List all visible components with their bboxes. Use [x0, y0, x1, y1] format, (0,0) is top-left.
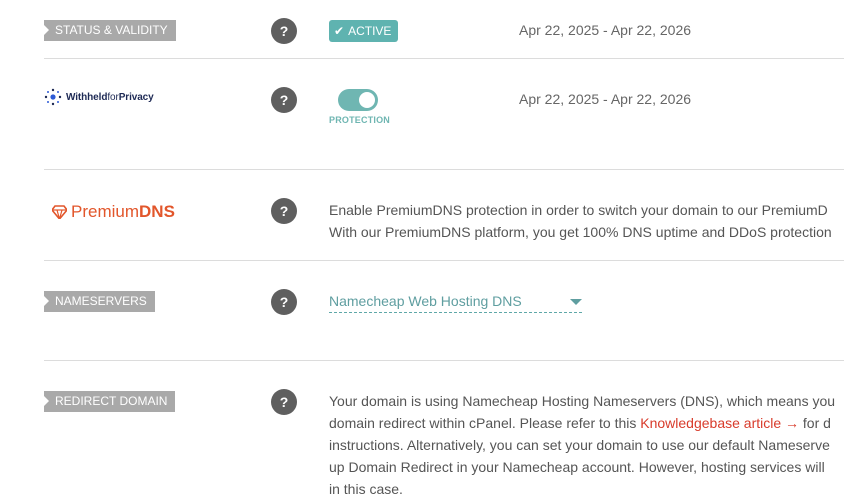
redirect-line-1: Your domain is using Namecheap Hosting N…	[329, 393, 836, 409]
gem-icon	[52, 205, 67, 219]
redirect-line-2: domain redirect within cPanel. Please re…	[329, 415, 831, 431]
knowledgebase-link[interactable]: Knowledgebase article →	[640, 415, 799, 431]
check-icon: ✔	[334, 24, 345, 38]
divider	[44, 169, 844, 170]
premiumdns-description: Enable PremiumDNS protection in order to…	[329, 199, 844, 243]
status-help-icon[interactable]: ?	[271, 18, 297, 44]
withheldforprivacy-logo: WithheldforPrivacy	[44, 88, 154, 106]
nameservers-label: NAMESERVERS	[44, 291, 155, 312]
privacy-logo-icon	[44, 88, 62, 106]
status-validity-label: STATUS & VALIDITY	[44, 20, 176, 41]
privacy-protection-toggle[interactable]	[338, 89, 378, 111]
privacy-toggle-label: PROTECTION	[329, 115, 391, 125]
privacy-help-icon[interactable]: ?	[271, 87, 297, 113]
redirect-domain-label: REDIRECT DOMAIN	[44, 391, 176, 412]
status-badge: ✔ ACTIVE	[329, 20, 399, 42]
toggle-knob	[359, 92, 375, 108]
redirect-line-5: in this case.	[329, 481, 403, 495]
redirect-line-4: up Domain Redirect in your Namecheap acc…	[329, 459, 825, 475]
premiumdns-line-1: Enable PremiumDNS protection in order to…	[329, 202, 828, 218]
nameservers-selected-value: Namecheap Web Hosting DNS	[329, 293, 522, 309]
status-badge-text: ACTIVE	[348, 24, 392, 38]
chevron-down-icon	[570, 299, 582, 305]
nameservers-select[interactable]: Namecheap Web Hosting DNS	[329, 291, 582, 313]
redirect-help-icon[interactable]: ?	[271, 389, 297, 415]
divider	[44, 360, 844, 361]
redirect-description: Your domain is using Namecheap Hosting N…	[329, 390, 844, 495]
privacy-dates: Apr 22, 2025 - Apr 22, 2026	[519, 91, 692, 107]
premiumdns-help-icon[interactable]: ?	[271, 198, 297, 224]
premiumdns-line-2: With our PremiumDNS platform, you get 10…	[329, 224, 832, 240]
withheldforprivacy-logo-text: WithheldforPrivacy	[66, 91, 154, 103]
redirect-line-3: instructions. Alternatively, you can set…	[329, 437, 830, 453]
nameservers-help-icon[interactable]: ?	[271, 289, 297, 315]
premiumdns-logo-text: PremiumDNS	[71, 202, 175, 221]
status-dates: Apr 22, 2025 - Apr 22, 2026	[519, 22, 692, 38]
divider	[44, 58, 844, 59]
premiumdns-logo: PremiumDNS	[52, 202, 175, 222]
divider	[44, 260, 844, 261]
